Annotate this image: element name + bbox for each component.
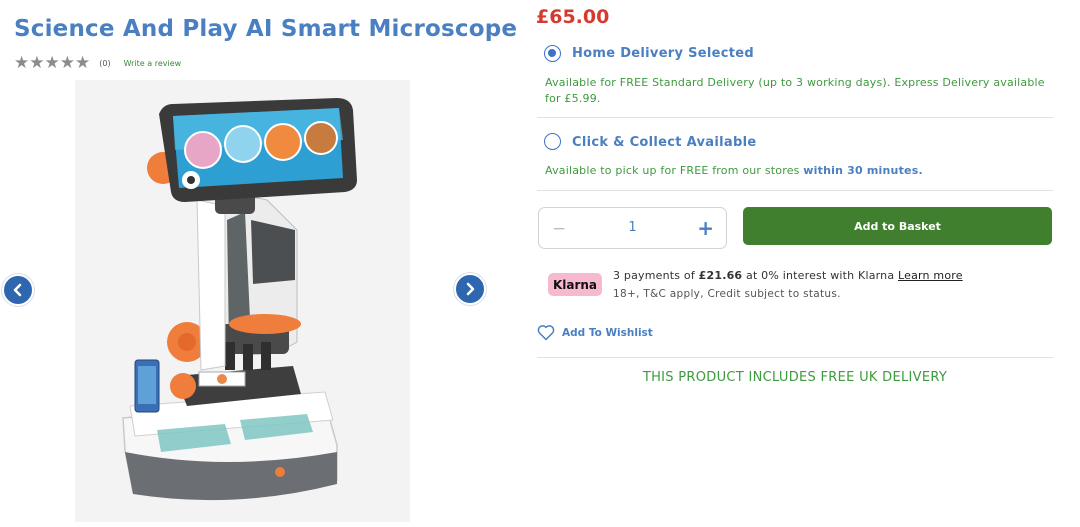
divider <box>537 117 1053 118</box>
gallery-prev-button[interactable] <box>2 274 34 306</box>
klarna-terms: 18+, T&C apply, Credit subject to status… <box>613 288 841 300</box>
star-icon: ★ <box>44 53 60 73</box>
star-icon: ★ <box>14 53 30 73</box>
chevron-right-icon <box>466 282 475 296</box>
wishlist-label: Add To Wishlist <box>562 326 653 339</box>
click-collect-text: Available to pick up for FREE from our s… <box>545 164 800 177</box>
divider <box>537 190 1053 191</box>
klarna-suffix: at 0% interest with Klarna <box>746 269 895 282</box>
home-delivery-label[interactable]: Home Delivery Selected <box>572 46 754 61</box>
add-to-basket-button[interactable]: Add to Basket <box>743 207 1052 245</box>
klarna-amount: £21.66 <box>698 269 743 282</box>
home-delivery-radio[interactable] <box>544 45 561 62</box>
click-collect-description: Available to pick up for FREE from our s… <box>545 163 923 179</box>
write-review-link[interactable]: Write a review <box>124 59 182 68</box>
product-price: £65.00 <box>536 6 610 28</box>
klarna-logo: Klarna <box>548 273 602 296</box>
star-icon: ★ <box>75 53 91 73</box>
product-title: Science And Play AI Smart Microscope <box>14 16 518 42</box>
click-collect-emphasis: within 30 minutes. <box>803 164 923 177</box>
gallery-next-button[interactable] <box>454 273 486 305</box>
click-collect-radio[interactable] <box>544 133 561 150</box>
chevron-left-icon <box>13 283 22 297</box>
increase-quantity-button[interactable]: + <box>697 216 714 240</box>
review-count: (0) <box>99 58 111 68</box>
star-rating[interactable]: ★ ★ ★ ★ ★ <box>14 53 91 73</box>
product-image[interactable] <box>75 80 410 522</box>
star-icon: ★ <box>29 53 45 73</box>
klarna-learn-more-link[interactable]: Learn more <box>898 269 963 282</box>
klarna-prefix: 3 payments of <box>613 269 695 282</box>
klarna-payment-info: 3 payments of £21.66 at 0% interest with… <box>613 269 963 282</box>
divider <box>537 357 1053 358</box>
free-delivery-banner: THIS PRODUCT INCLUDES FREE UK DELIVERY <box>642 370 948 385</box>
microscope-illustration <box>122 98 357 501</box>
rating-row: ★ ★ ★ ★ ★ (0) Write a review <box>14 53 182 73</box>
star-icon: ★ <box>59 53 75 73</box>
heart-icon <box>537 325 555 341</box>
add-to-wishlist-button[interactable]: Add To Wishlist <box>537 324 653 341</box>
home-delivery-description: Available for FREE Standard Delivery (up… <box>545 76 1045 105</box>
quantity-stepper: − 1 + <box>538 207 727 249</box>
click-collect-label[interactable]: Click & Collect Available <box>572 135 756 150</box>
